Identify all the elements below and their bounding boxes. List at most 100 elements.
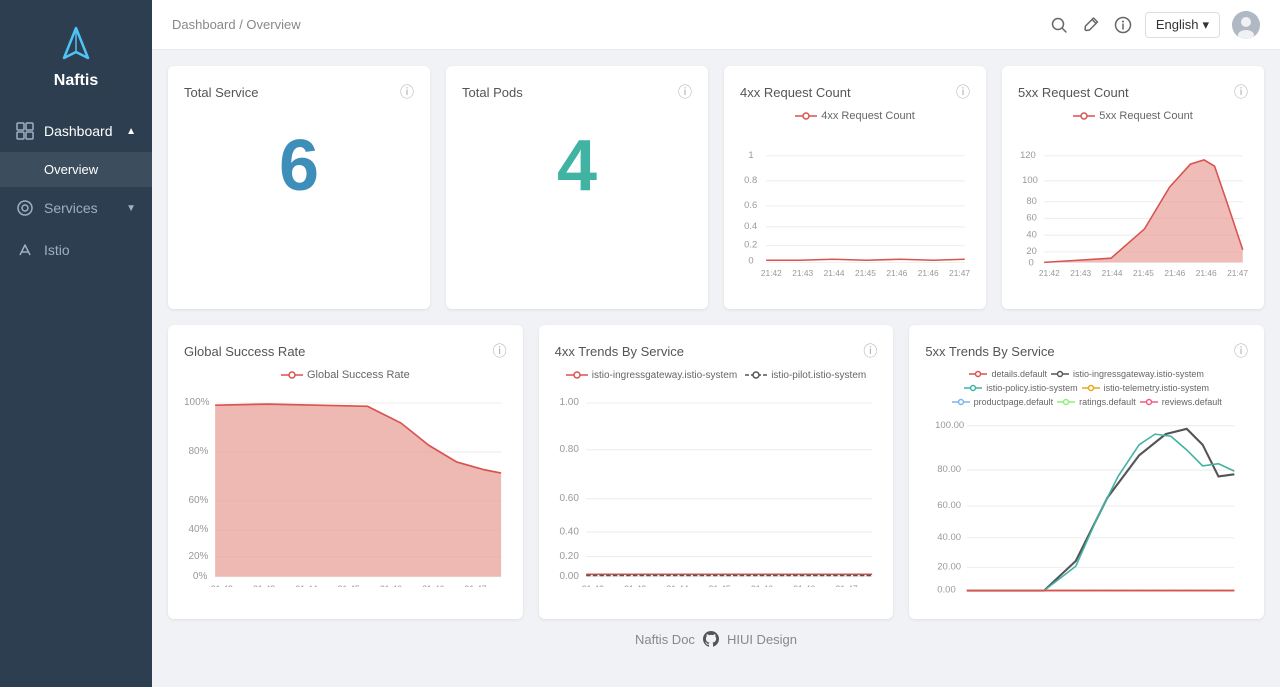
trends5xx-l2: istio-ingressgateway.istio-system (1073, 369, 1204, 379)
svg-text:21:44: 21:44 (1102, 268, 1123, 278)
trends4xx-legend-icon-1 (566, 369, 588, 381)
total-service-card: Total Service ⓘ 6 (168, 66, 430, 309)
svg-text:21:47: 21:47 (1204, 597, 1225, 598)
svg-text:21:42: 21:42 (581, 584, 603, 587)
dashboard-arrow: ▲ (126, 126, 136, 137)
sidebar-item-services[interactable]: Services ▼ (0, 187, 152, 229)
global-success-info[interactable]: ⓘ (493, 341, 507, 361)
svg-text:1.00: 1.00 (559, 397, 579, 408)
svg-text:21:47: 21:47 (1227, 268, 1248, 278)
svg-text:0.20: 0.20 (559, 551, 579, 562)
search-icon[interactable] (1049, 15, 1069, 35)
svg-text:21:44: 21:44 (666, 584, 688, 587)
topbar-actions: English ▾ (1049, 11, 1260, 39)
trends5xx-legend: details.default istio-ingressgateway.ist… (925, 369, 1248, 407)
svg-text:21:42: 21:42 (963, 597, 984, 598)
footer-text2: HIUI Design (727, 632, 797, 647)
svg-text:21:43: 21:43 (1070, 268, 1091, 278)
sidebar-item-overview[interactable]: Overview (0, 152, 152, 187)
svg-text:21:46: 21:46 (422, 584, 444, 587)
trends4xx-title: 4xx Trends By Service (555, 344, 684, 359)
istio-label: Istio (44, 242, 136, 258)
svg-text:21:46: 21:46 (918, 268, 939, 278)
github-icon (703, 631, 719, 647)
svg-text:0.00: 0.00 (559, 571, 579, 582)
svg-text:21:42: 21:42 (211, 584, 233, 587)
total-pods-info[interactable]: ⓘ (678, 82, 692, 102)
dashboard-icon (16, 122, 34, 140)
req4xx-legend: 4xx Request Count (740, 110, 970, 122)
svg-text:40.00: 40.00 (938, 532, 962, 543)
req4xx-legend-item: 4xx Request Count (795, 110, 915, 122)
svg-text:100.00: 100.00 (935, 420, 964, 431)
total-service-title: Total Service (184, 85, 258, 100)
dashboard-label: Dashboard (44, 123, 126, 139)
istio-icon (16, 241, 34, 259)
svg-text:21:47: 21:47 (464, 584, 486, 587)
svg-text:120: 120 (1020, 149, 1036, 160)
topbar: Dashboard / Overview English ▾ (152, 0, 1280, 50)
svg-text:0%: 0% (193, 571, 208, 582)
info-icon[interactable] (1113, 15, 1133, 35)
svg-text:21:44: 21:44 (824, 268, 845, 278)
svg-text:21:45: 21:45 (338, 584, 360, 587)
trends4xx-info[interactable]: ⓘ (863, 341, 877, 361)
trends5xx-chart: 100.00 80.00 60.00 40.00 20.00 0.00 (925, 413, 1248, 598)
svg-text:21:46: 21:46 (793, 584, 815, 587)
req5xx-title: 5xx Request Count (1018, 85, 1129, 100)
svg-text:80: 80 (1026, 195, 1036, 206)
req5xx-legend-icon (1073, 110, 1095, 122)
req5xx-legend: 5xx Request Count (1018, 110, 1248, 122)
sidebar-logo: Naftis (0, 0, 152, 110)
trends5xx-legend-2: istio-ingressgateway.istio-system (1051, 369, 1204, 379)
trends4xx-legend-label-2: istio-pilot.istio-system (771, 370, 866, 381)
svg-text:20%: 20% (188, 551, 208, 562)
app-name: Naftis (54, 72, 98, 90)
language-selector[interactable]: English ▾ (1145, 12, 1220, 38)
total-pods-card: Total Pods ⓘ 4 (446, 66, 708, 309)
svg-text:20.00: 20.00 (938, 561, 962, 572)
sidebar-nav: Dashboard ▲ Overview Services ▼ Istio (0, 110, 152, 687)
svg-text:60.00: 60.00 (938, 500, 962, 511)
svg-text:21:46: 21:46 (1196, 268, 1217, 278)
trends5xx-l1: details.default (991, 369, 1047, 379)
trends4xx-legend-2: istio-pilot.istio-system (745, 369, 866, 381)
overview-label: Overview (44, 162, 98, 177)
services-icon (16, 199, 34, 217)
trends4xx-legend-1: istio-ingressgateway.istio-system (566, 369, 737, 381)
svg-text:100: 100 (1022, 174, 1038, 185)
trends5xx-info[interactable]: ⓘ (1234, 341, 1248, 361)
req4xx-info[interactable]: ⓘ (956, 82, 970, 102)
req5xx-info[interactable]: ⓘ (1234, 82, 1248, 102)
footer: Naftis Doc HIUI Design (168, 619, 1264, 659)
trends4xx-legend-label-1: istio-ingressgateway.istio-system (592, 370, 737, 381)
req5xx-legend-item: 5xx Request Count (1073, 110, 1193, 122)
services-label: Services (44, 200, 126, 216)
svg-text:21:43: 21:43 (253, 584, 275, 587)
trends4xx-legend-icon-2 (745, 369, 767, 381)
global-success-legend-item: Global Success Rate (281, 369, 410, 381)
svg-text:0.8: 0.8 (744, 174, 757, 185)
trends5xx-legend-3: istio-policy.istio-system (964, 383, 1077, 393)
req4xx-card: 4xx Request Count ⓘ 4xx Request Count 1 … (724, 66, 986, 309)
user-avatar[interactable] (1232, 11, 1260, 39)
svg-text:0.60: 0.60 (559, 493, 579, 504)
sidebar-item-dashboard[interactable]: Dashboard ▲ (0, 110, 152, 152)
svg-text:80.00: 80.00 (938, 464, 962, 475)
sidebar-item-istio[interactable]: Istio (0, 229, 152, 271)
edit-icon[interactable] (1081, 15, 1101, 35)
trends4xx-chart: 1.00 0.80 0.60 0.40 0.20 0.00 21:42 (555, 387, 878, 587)
total-service-info[interactable]: ⓘ (400, 82, 414, 102)
svg-text:21:44: 21:44 (1043, 597, 1064, 598)
trends5xx-l6: ratings.default (1079, 397, 1136, 407)
svg-text:21:42: 21:42 (761, 268, 782, 278)
svg-text:21:43: 21:43 (792, 268, 813, 278)
svg-text:21:45: 21:45 (1133, 268, 1154, 278)
trends5xx-l7: reviews.default (1162, 397, 1222, 407)
total-pods-value: 4 (462, 110, 692, 222)
svg-text:21:46: 21:46 (750, 584, 772, 587)
breadcrumb: Dashboard / Overview (172, 17, 301, 32)
svg-text:60: 60 (1026, 212, 1036, 223)
svg-text:40%: 40% (188, 524, 208, 535)
services-arrow: ▼ (126, 203, 136, 214)
